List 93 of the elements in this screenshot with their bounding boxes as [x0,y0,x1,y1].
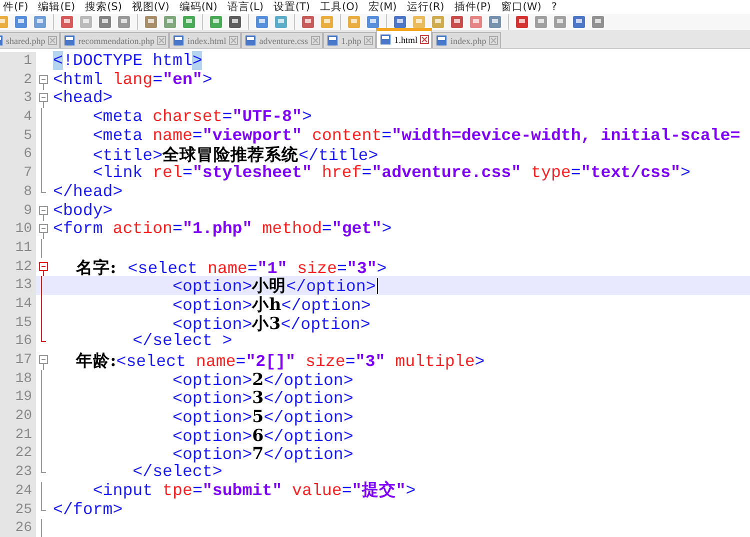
code-line: </head> [52,182,123,202]
code-line: <!DOCTYPE html> [52,52,202,71]
line-number: 11 [0,238,36,258]
line-number: 14 [0,294,36,314]
menu-item[interactable]: 设置(T) [273,0,310,14]
toolbar-icon[interactable] [254,14,270,30]
line-number: 13 [0,276,36,295]
code-line: <form action="1.php" method="get"> [52,220,392,239]
toolbar-icon[interactable] [208,14,224,30]
line-number: 4 [0,108,36,127]
line-number: 16 [0,332,36,351]
menu-item[interactable]: 视图(V) [132,0,170,14]
line-number: 17 [0,351,36,370]
toolbar-icon[interactable] [32,14,48,30]
menu-item[interactable]: 窗口(W) [500,0,542,14]
line-number: 9 [0,202,36,220]
code-line: <meta charset="UTF-8"> [92,108,312,127]
menu-item[interactable]: ? [551,1,557,13]
code-line: <option>小明</option> [171,276,376,295]
line-number: 25 [0,500,36,520]
menu-item[interactable]: 编码(N) [179,0,218,14]
code-line: </form> [52,500,123,520]
toolbar-icon[interactable] [227,14,243,30]
file-icon [326,35,338,46]
code-line: <option>5</option> [171,407,354,426]
menu-item[interactable]: 搜索(S) [85,0,122,14]
toolbar-icon[interactable] [162,14,178,30]
code-line: <html lang="en"> [52,70,212,90]
code-line: <option>3</option> [171,388,354,408]
line-number: 19 [0,388,36,408]
code-line: <option>6</option> [171,426,354,444]
toolbar-icon[interactable] [13,14,29,30]
line-number: 7 [0,164,36,183]
line-number: 23 [0,463,36,482]
toolbar-icon[interactable] [468,14,484,30]
line-number: 6 [0,145,36,164]
toolbar-icon[interactable] [392,14,408,30]
toolbar-icon[interactable] [552,14,568,30]
line-number: 5 [0,126,36,146]
toolbar-icon[interactable] [449,14,465,30]
toolbar-icon[interactable] [487,14,503,30]
menu-item[interactable]: 语言(L) [227,0,264,14]
code-line: <option>小3</option> [172,314,370,332]
line-number: 15 [0,314,36,332]
file-icon [245,35,256,46]
toolbar-icon[interactable] [365,14,381,30]
code-line: 名字: <select name="1" size="3"> [74,258,387,276]
line-number: 20 [0,407,36,426]
code-line: <meta name="viewport" content="width=device-width, initial-scale= [92,126,740,146]
code-line: <link rel="stylesheet" href="adventure.css" type="text/css"> [92,164,690,183]
toolbar-icon[interactable] [514,14,530,30]
toolbar-icon[interactable] [533,14,549,30]
line-number: 22 [0,444,36,464]
code-line: </select > [132,332,232,351]
menu-item[interactable]: 运行(R) [406,0,444,14]
line-number: 21 [0,426,36,444]
toolbar-icon[interactable] [116,14,132,30]
toolbar-icon[interactable] [59,14,75,30]
toolbar-icon[interactable] [300,14,316,30]
code-line: 年龄:<select name="2[]" size="3" multiple> [74,351,485,370]
code-line: <option>7</option> [172,444,354,464]
line-number: 10 [0,220,36,239]
line-number: 2 [0,70,36,90]
file-tab[interactable]: 1.html [376,28,432,48]
code-line: <title>全球冒险推荐系统</title> [92,145,378,164]
line-number: 26 [0,519,36,537]
code-line: <body> [52,202,113,220]
line-number: 3 [0,89,36,108]
code-line: <head> [52,89,113,108]
menu-item[interactable]: 编辑(E) [38,0,76,14]
line-number: 8 [0,182,36,202]
file-icon [173,35,184,46]
file-icon [64,35,76,46]
toolbar-icon[interactable] [181,14,197,30]
menu-item[interactable]: 件(F) [3,0,28,14]
toolbar-icon[interactable] [143,14,159,30]
code-line: <option>小h</option> [171,294,371,314]
close-icon[interactable] [420,35,430,44]
code-line: <input tpe="submit" value="提交"> [92,482,416,500]
code-line: </select> [132,463,222,482]
code-line: <option>2</option> [171,370,354,388]
line-number: 12 [0,258,36,276]
menu-item[interactable]: 宏(M) [368,0,397,14]
file-icon [380,34,392,45]
toolbar-icon[interactable] [97,14,113,30]
file-icon [436,35,448,46]
toolbar-icon[interactable] [571,14,587,30]
line-number: 18 [0,370,36,388]
menu-item[interactable]: 工具(O) [320,0,358,14]
menu-item[interactable]: 插件(P) [454,0,491,14]
line-number: 1 [0,52,36,71]
line-number: 24 [0,482,36,500]
toolbar-icon[interactable] [590,14,606,30]
